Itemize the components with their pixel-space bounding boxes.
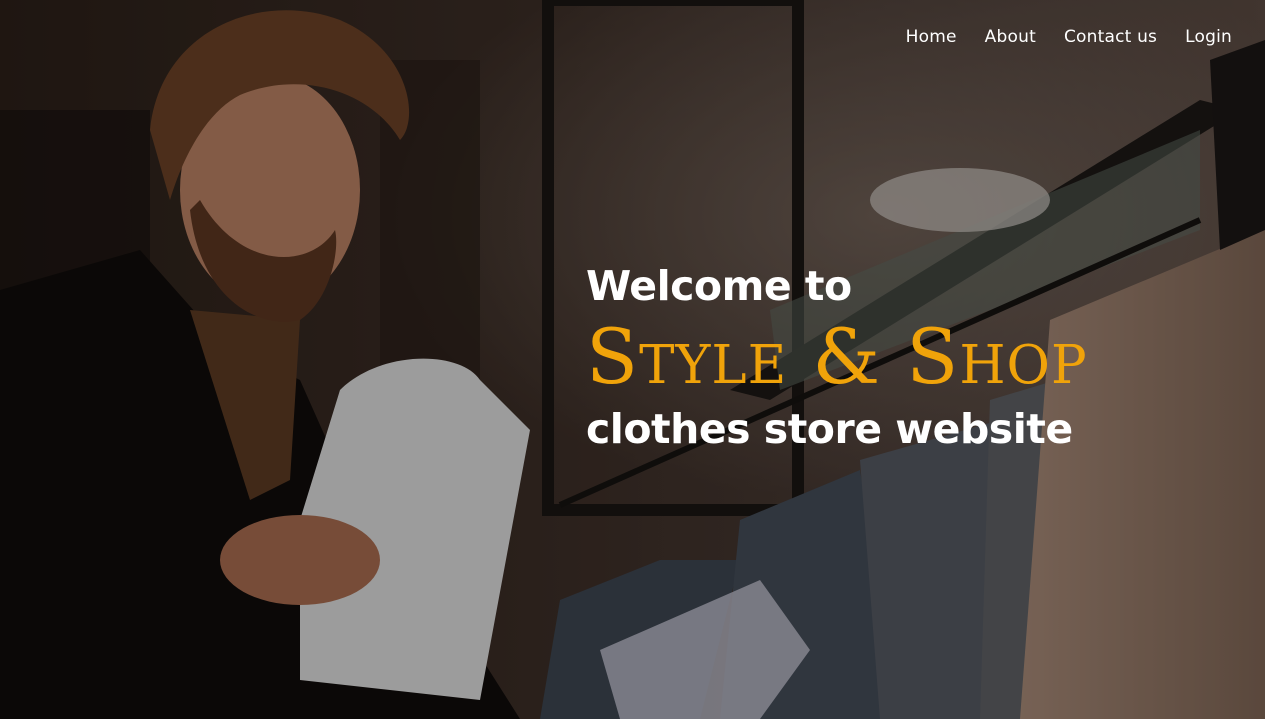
tagline-text: clothes store website	[586, 405, 1073, 453]
welcome-text: Welcome to	[586, 262, 852, 310]
nav-about-link[interactable]: About	[985, 24, 1036, 50]
brand-name: Style & Shop	[586, 312, 1088, 401]
top-navigation: Home About Contact us Login	[878, 24, 1232, 50]
hero-section: Home About Contact us Login Welcome to S…	[0, 0, 1265, 719]
nav-login-link[interactable]: Login	[1185, 24, 1232, 50]
nav-home-link[interactable]: Home	[906, 24, 957, 50]
nav-contact-link[interactable]: Contact us	[1064, 24, 1157, 50]
hero-headline: Welcome to Style & Shop clothes store we…	[586, 258, 1088, 458]
